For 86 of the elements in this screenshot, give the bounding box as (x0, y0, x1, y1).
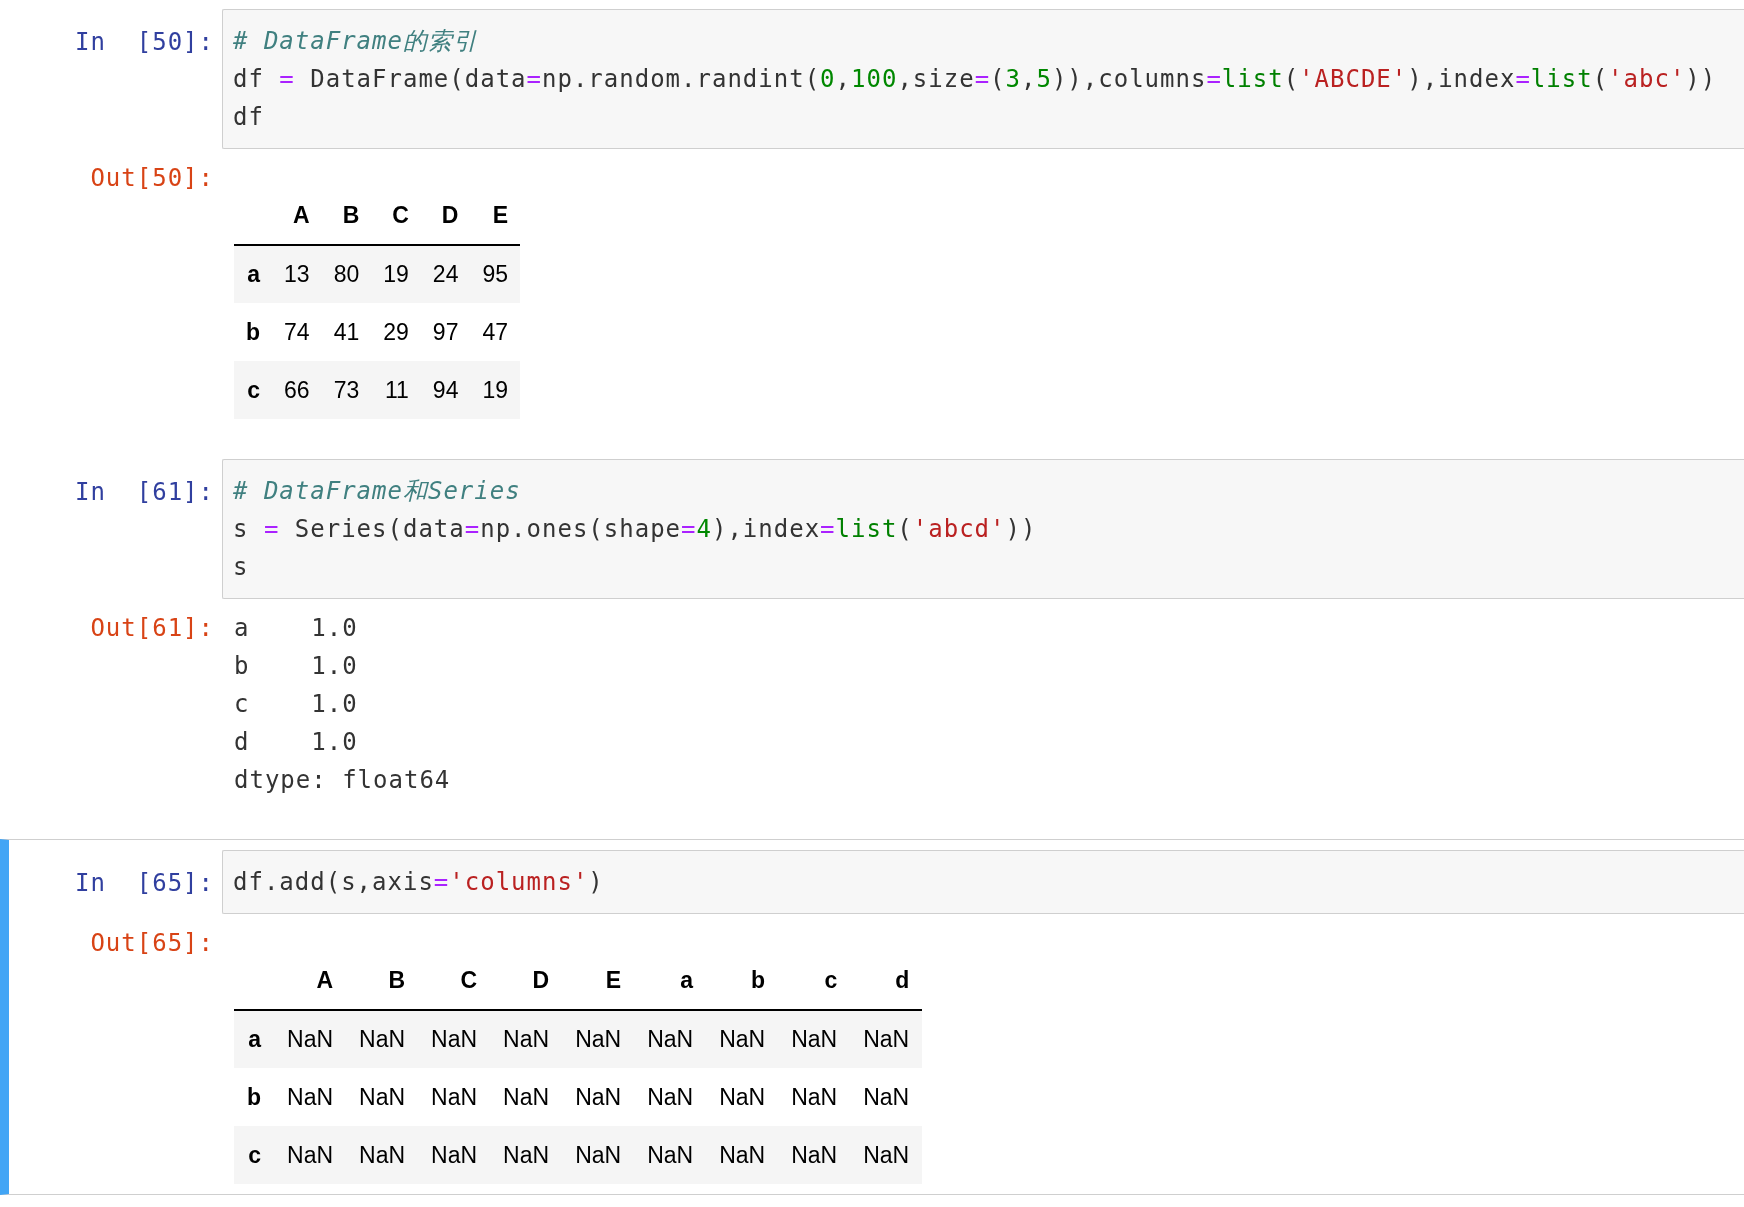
table-cell: 41 (321, 303, 372, 361)
column-header: b (706, 952, 779, 1010)
code-line: df.add(s,axis='columns') (233, 867, 604, 898)
code-input[interactable]: # DataFrame和Series s = Series(data=np.ones(shape=4),index=list('abcd')) s (222, 459, 1744, 599)
column-header: B (321, 187, 372, 245)
column-header: D (490, 952, 563, 1010)
table-cell: NaN (706, 1010, 779, 1068)
input-prompt: In [50]: (74, 27, 214, 58)
code-line: df (233, 102, 264, 133)
column-header: A (272, 187, 322, 245)
table-cell: NaN (634, 1068, 707, 1126)
table-cell: NaN (634, 1126, 707, 1184)
table-cell: NaN (850, 1010, 923, 1068)
column-header: A (274, 952, 347, 1010)
column-header: C (371, 187, 421, 245)
table-cell: NaN (778, 1068, 851, 1126)
column-header: d (850, 952, 923, 1010)
code-line: # DataFrame的索引 (233, 26, 478, 57)
table-cell: NaN (274, 1068, 347, 1126)
table-cell: NaN (490, 1126, 563, 1184)
table-cell: NaN (490, 1068, 563, 1126)
row-index: b (234, 1068, 275, 1126)
table-cell: 19 (470, 361, 521, 419)
code-input[interactable]: # DataFrame的索引 df = DataFrame(data=np.random.randint(0,100,size=(3,5)),columns=list('ABCDE'),index=list('abc')) df (222, 9, 1744, 149)
table-cell: 19 (371, 245, 421, 303)
row-index: c (234, 1126, 275, 1184)
table-cell: 13 (272, 245, 322, 303)
input-prompt: In [65]: (74, 868, 214, 899)
table-cell: 95 (470, 245, 521, 303)
table-cell: NaN (346, 1010, 419, 1068)
table-cell: 80 (321, 245, 372, 303)
code-input[interactable]: df.add(s,axis='columns') (222, 850, 1744, 914)
output-line: c 1.0 (234, 689, 358, 720)
output-line: b 1.0 (234, 651, 358, 682)
code-line: s (233, 552, 249, 583)
column-header: a (634, 952, 707, 1010)
table-cell: NaN (490, 1010, 563, 1068)
output-prompt: Out[65]: (90, 928, 214, 959)
output-prompt: Out[50]: (90, 163, 214, 194)
table-cell: NaN (562, 1068, 635, 1126)
table-cell: NaN (850, 1068, 923, 1126)
table-cell: NaN (346, 1068, 419, 1126)
notebook-cell[interactable]: In [65]: df.add(s,axis='columns') Out[65]: A B C D E a b c d a NaN NaN NaN NaN NaN NaN NaN NaN NaN b NaN NaN NaN NaN NaN NaN NaN NaN NaN c NaN NaN NaN NaN NaN NaN NaN NaN NaN (0, 839, 1744, 1195)
column-header: E (470, 187, 521, 245)
table-cell: NaN (418, 1126, 491, 1184)
table-cell: NaN (274, 1126, 347, 1184)
table-cell: NaN (778, 1126, 851, 1184)
notebook-cell[interactable]: In [50]: # DataFrame的索引 df = DataFrame(data=np.random.randint(0,100,size=(3,5)),columns=list('ABCDE'),index=list('abc')) df Out[50]: A B C D E a 13 80 19 24 95 b 74 41 29 97 47 c 66 73 11 94 19 (0, 9, 1744, 429)
row-index: a (234, 245, 273, 303)
code-line: s = Series(data=np.ones(shape=4),index=list('abcd')) (233, 514, 1037, 545)
code-line: # DataFrame和Series (233, 476, 521, 507)
column-header: D (420, 187, 471, 245)
table-cell: NaN (850, 1126, 923, 1184)
table-cell: NaN (706, 1068, 779, 1126)
column-header: c (778, 952, 851, 1010)
table-cell: NaN (274, 1010, 347, 1068)
code-line: df = DataFrame(data=np.random.randint(0,100,size=(3,5)),columns=list('ABCDE'),index=list('abc')) (233, 64, 1717, 95)
row-index: a (234, 1010, 275, 1068)
output-line: a 1.0 (234, 613, 358, 644)
column-header: C (418, 952, 491, 1010)
table-cell: NaN (562, 1010, 635, 1068)
table-cell: NaN (346, 1126, 419, 1184)
table-cell: NaN (418, 1068, 491, 1126)
table-cell: 11 (371, 361, 421, 419)
row-index: c (234, 361, 273, 419)
table-cell: 94 (420, 361, 471, 419)
table-cell: NaN (706, 1126, 779, 1184)
row-index: b (234, 303, 273, 361)
output-line: d 1.0 (234, 727, 358, 758)
table-cell: 74 (272, 303, 322, 361)
output-line: dtype: float64 (234, 765, 451, 796)
output-prompt: Out[61]: (90, 613, 214, 644)
column-header: E (562, 952, 635, 1010)
table-cell: 29 (371, 303, 421, 361)
table-cell: 24 (420, 245, 471, 303)
table-cell: 66 (272, 361, 322, 419)
notebook-cell[interactable]: In [61]: # DataFrame和Series s = Series(data=np.ones(shape=4),index=list('abcd')) s Out[61]: a 1.0 b 1.0 c 1.0 d 1.0 dtype: float64 (0, 459, 1744, 809)
column-header: B (346, 952, 419, 1010)
table-cell: 97 (420, 303, 471, 361)
table-cell: NaN (778, 1010, 851, 1068)
table-cell: NaN (418, 1010, 491, 1068)
table-cell: NaN (634, 1010, 707, 1068)
table-cell: NaN (562, 1126, 635, 1184)
table-cell: 47 (470, 303, 521, 361)
table-cell: 73 (321, 361, 372, 419)
input-prompt: In [61]: (74, 477, 214, 508)
